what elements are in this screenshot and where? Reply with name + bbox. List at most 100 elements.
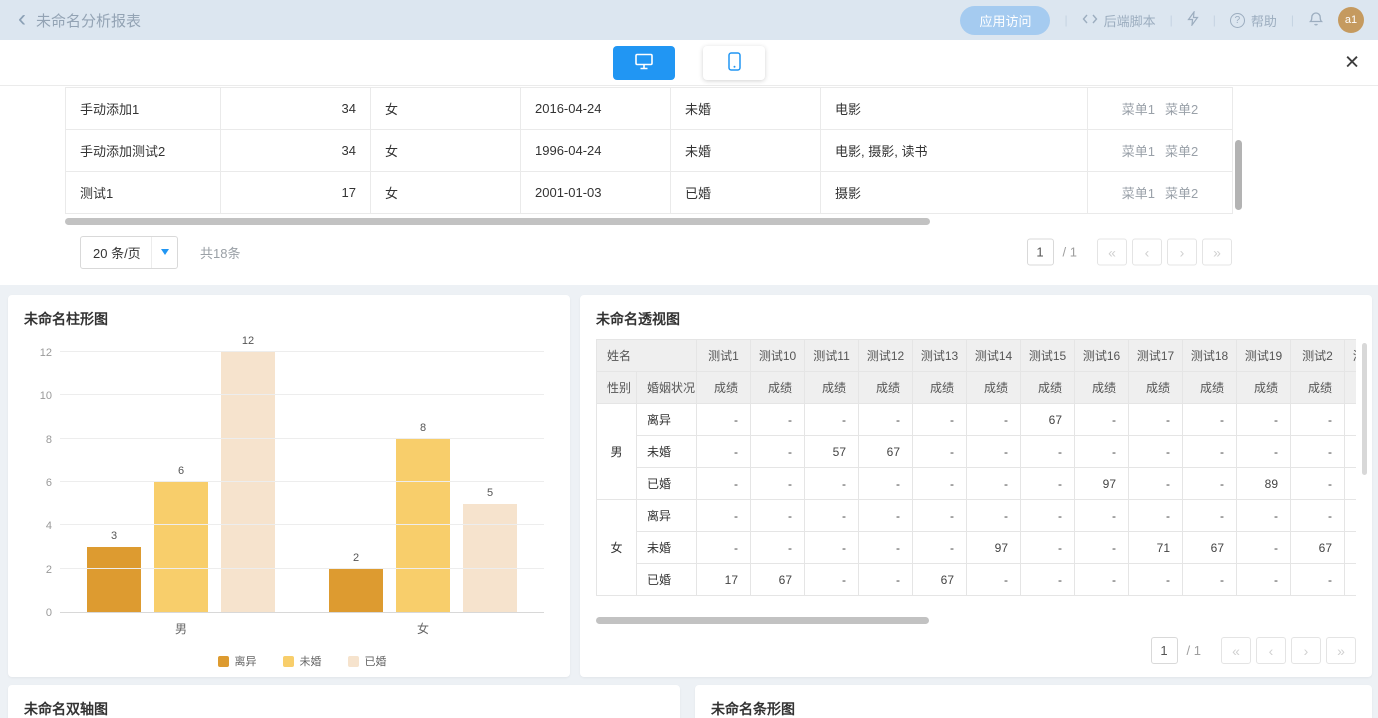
pivot-value-cell: -	[697, 532, 751, 564]
bar-已婚[interactable]: 5	[463, 504, 517, 612]
desktop-view-button[interactable]	[613, 46, 675, 80]
pivot-pagination: 1 / 1 « ‹ › »	[1151, 637, 1356, 664]
prev-page-button[interactable]: ‹	[1132, 239, 1162, 266]
pivot-value-cell: 67	[913, 564, 967, 596]
close-icon[interactable]: ✕	[1344, 53, 1360, 72]
record-pager: 1 / 1 « ‹ › »	[1027, 239, 1232, 266]
cell-name: 手动添加测试2	[66, 130, 221, 172]
automation-button[interactable]	[1187, 11, 1199, 29]
pivot-col-header[interactable]: 测试13	[913, 340, 967, 372]
app-access-button[interactable]: 应用访问	[960, 6, 1050, 35]
pivot-col-header[interactable]: 测试12	[859, 340, 913, 372]
cell-age: 17	[221, 172, 371, 214]
horizontal-bar-chart-card: 未命名条形图	[695, 685, 1372, 718]
bar-未婚[interactable]: 6	[154, 482, 208, 612]
pivot-col-header[interactable]: 测试17	[1129, 340, 1183, 372]
bar-chart-plot: 3612285 024681012	[60, 353, 544, 613]
pivot-col-header[interactable]: 测试15	[1021, 340, 1075, 372]
pivot-vertical-scrollbar-thumb[interactable]	[1362, 343, 1367, 475]
pivot-row: 男离异------67------	[597, 404, 1357, 436]
pivot-value-cell: -	[913, 532, 967, 564]
table-row[interactable]: 手动添加测试234女1996-04-24未婚电影, 摄影, 读书菜单1菜单2	[66, 130, 1233, 172]
bar-已婚[interactable]: 12	[221, 352, 275, 612]
pivot-col-header[interactable]: 测试18	[1183, 340, 1237, 372]
page-size-select[interactable]: 20 条/页	[80, 236, 178, 269]
bar-离异[interactable]: 3	[87, 547, 141, 612]
table-row[interactable]: 测试117女2001-01-03已婚摄影菜单1菜单2	[66, 172, 1233, 214]
backend-script-button[interactable]: 后端脚本	[1082, 11, 1156, 30]
menu1-link[interactable]: 菜单1	[1122, 102, 1155, 117]
pivot-col-header[interactable]: 测试19	[1237, 340, 1291, 372]
back-icon[interactable]: ‹	[18, 7, 26, 31]
last-page-button[interactable]: »	[1202, 239, 1232, 266]
menu1-link[interactable]: 菜单1	[1122, 186, 1155, 201]
next-page-button[interactable]: ›	[1167, 239, 1197, 266]
pivot-col-header[interactable]: 测试10	[751, 340, 805, 372]
bar-chart-card: 未命名柱形图 3612285 024681012 男女 离异未婚已婚	[8, 295, 570, 677]
pivot-col-header[interactable]: 测试20	[1345, 340, 1356, 372]
pivot-col-header[interactable]: 测试1	[697, 340, 751, 372]
pivot-first-page-button[interactable]: «	[1221, 637, 1251, 664]
legend-item[interactable]: 未婚	[283, 653, 322, 669]
app-screen: ‹ 未命名分析报表 应用访问 | 后端脚本 | | ? 帮助 |	[0, 0, 1378, 718]
pivot-horizontal-scrollbar-thumb[interactable]	[596, 617, 929, 624]
pivot-page-number-input[interactable]: 1	[1151, 637, 1178, 664]
cell-name: 手动添加1	[66, 88, 221, 130]
pivot-col-header[interactable]: 测试16	[1075, 340, 1129, 372]
bar-value-label: 8	[396, 422, 450, 434]
pivot-value-cell: -	[1291, 468, 1345, 500]
monitor-icon	[635, 53, 653, 73]
horizontal-scrollbar-thumb[interactable]	[65, 218, 930, 225]
cell-marital: 已婚	[671, 172, 821, 214]
pivot-col-header[interactable]: 测试2	[1291, 340, 1345, 372]
vertical-scrollbar-thumb[interactable]	[1235, 140, 1242, 210]
bar-离异[interactable]: 2	[329, 569, 383, 612]
table-row[interactable]: 手动添加134女2016-04-24未婚电影菜单1菜单2	[66, 88, 1233, 130]
mobile-view-button[interactable]	[703, 46, 765, 80]
pivot-value-cell: -	[751, 532, 805, 564]
first-page-button[interactable]: «	[1097, 239, 1127, 266]
pivot-value-cell: -	[1345, 532, 1356, 564]
pivot-value-cell: -	[1345, 500, 1356, 532]
pivot-measure-header: 成绩	[1345, 372, 1356, 404]
gridline	[60, 568, 544, 569]
cell-actions: 菜单1 菜单2	[1088, 130, 1233, 172]
pivot-marital-cell: 已婚	[637, 564, 697, 596]
pivot-next-page-button[interactable]: ›	[1291, 637, 1321, 664]
chevron-down-icon	[161, 249, 169, 255]
avatar[interactable]: a1	[1338, 7, 1364, 33]
pivot-table: 姓名测试1测试10测试11测试12测试13测试14测试15测试16测试17测试1…	[596, 339, 1356, 596]
pivot-clip: 姓名测试1测试10测试11测试12测试13测试14测试15测试16测试17测试1…	[596, 339, 1356, 596]
help-button[interactable]: ? 帮助	[1230, 11, 1277, 30]
pivot-gender-cell: 女	[597, 500, 637, 596]
menu2-link[interactable]: 菜单2	[1165, 186, 1198, 201]
header-separator: |	[1064, 13, 1067, 27]
pivot-col-header[interactable]: 测试11	[805, 340, 859, 372]
legend-label: 离异	[235, 653, 257, 669]
pivot-last-page-button[interactable]: »	[1326, 637, 1356, 664]
notifications-button[interactable]	[1308, 11, 1324, 30]
legend-swatch	[218, 656, 229, 667]
cell-actions: 菜单1 菜单2	[1088, 88, 1233, 130]
pivot-value-cell: 67	[859, 436, 913, 468]
cell-marital: 未婚	[671, 130, 821, 172]
legend-item[interactable]: 离异	[218, 653, 257, 669]
pivot-value-cell: -	[967, 500, 1021, 532]
page-number-input[interactable]: 1	[1027, 239, 1054, 266]
pivot-value-cell: -	[913, 436, 967, 468]
cell-hobby: 电影	[821, 88, 1088, 130]
menu1-link[interactable]: 菜单1	[1122, 144, 1155, 159]
menu2-link[interactable]: 菜单2	[1165, 102, 1198, 117]
cell-marital: 未婚	[671, 88, 821, 130]
pivot-prev-page-button[interactable]: ‹	[1256, 637, 1286, 664]
legend-item[interactable]: 已婚	[348, 653, 387, 669]
cell-actions: 菜单1 菜单2	[1088, 172, 1233, 214]
pivot-pager-nav: « ‹ › »	[1221, 637, 1356, 664]
pivot-gender-cell: 男	[597, 404, 637, 500]
pivot-value-cell: -	[697, 404, 751, 436]
record-table: 手动添加134女2016-04-24未婚电影菜单1菜单2手动添加测试234女19…	[65, 87, 1233, 214]
pivot-col-header[interactable]: 测试14	[967, 340, 1021, 372]
pivot-marital-cell: 离异	[637, 500, 697, 532]
pivot-value-cell: -	[1345, 404, 1356, 436]
menu2-link[interactable]: 菜单2	[1165, 144, 1198, 159]
